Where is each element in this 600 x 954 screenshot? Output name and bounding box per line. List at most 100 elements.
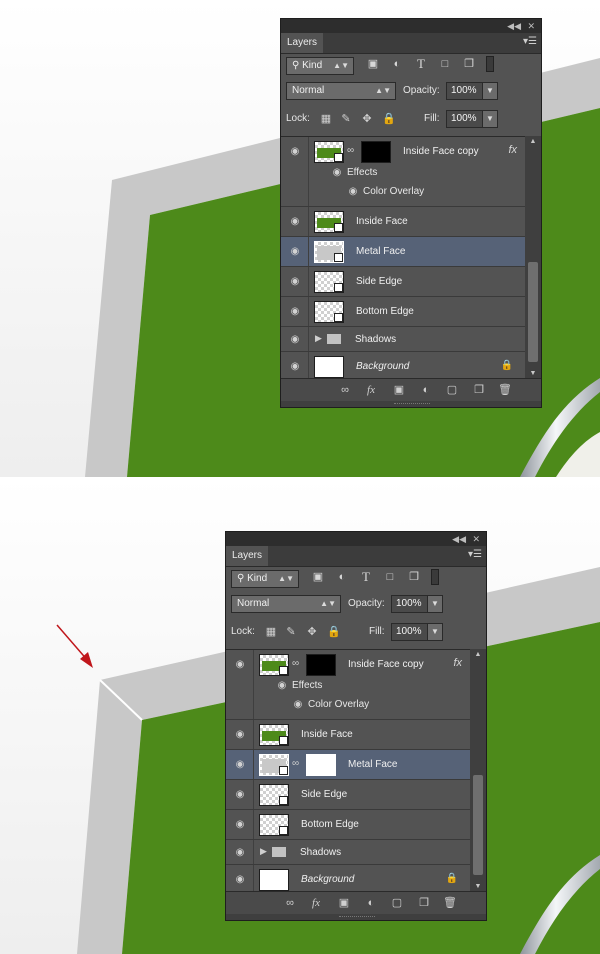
layers-scrollbar[interactable]: ▲ ▼ — [470, 649, 486, 893]
effects-row[interactable]: ◉ Effects — [331, 167, 378, 178]
layer-name[interactable]: Shadows — [300, 847, 341, 859]
panel-menu-icon[interactable]: ▾☰ — [468, 549, 482, 560]
collapse-icon[interactable]: ◀◀ — [507, 20, 521, 32]
new-group-icon[interactable]: ▢ — [445, 383, 459, 397]
layer-name[interactable]: Bottom Edge — [301, 819, 359, 831]
eye-icon[interactable]: ◉ — [292, 700, 304, 710]
effects-row[interactable]: ◉ Effects — [276, 680, 323, 691]
opacity-field[interactable]: 100% — [391, 595, 428, 613]
eye-icon[interactable]: ◉ — [234, 848, 246, 858]
layer-side-edge[interactable]: ◉ Side Edge — [226, 780, 472, 810]
new-group-icon[interactable]: ▢ — [390, 896, 404, 910]
new-layer-icon[interactable]: ❐ — [417, 896, 431, 910]
layer-metal-face[interactable]: ◉ ∞ Metal Face — [281, 237, 527, 267]
eye-icon[interactable]: ◉ — [289, 247, 301, 257]
smart-object-filter-icon[interactable]: ❐ — [462, 57, 476, 71]
lock-transparent-pixels-icon[interactable]: ▦ — [319, 112, 333, 126]
scroll-up-icon[interactable]: ▲ — [525, 136, 541, 148]
layer-name[interactable]: Shadows — [355, 334, 396, 346]
opacity-dropdown-button[interactable]: ▼ — [482, 82, 498, 100]
fill-field[interactable]: 100% — [391, 623, 428, 641]
layer-background[interactable]: ◉ Background 🔒 — [226, 865, 472, 894]
panel-resize-grip[interactable] — [226, 914, 486, 920]
add-style-icon[interactable]: fx — [309, 896, 323, 910]
panel-menu-icon[interactable]: ▾☰ — [523, 36, 537, 47]
adjustment-filter-icon[interactable]: ◐ — [390, 57, 404, 71]
layer-inside-face-copy[interactable]: ◉ ∞ Inside Face copy fx ◉ Effects ◉ Color … — [281, 137, 527, 207]
chain-link-icon[interactable]: ∞ — [347, 145, 354, 156]
layer-name[interactable]: Side Edge — [356, 276, 402, 288]
blend-mode-select[interactable]: Normal ▲▼ — [286, 82, 396, 100]
trash-icon[interactable]: 🗑 — [443, 896, 457, 910]
layer-name[interactable]: Inside Face — [356, 216, 408, 228]
add-mask-icon[interactable]: ▣ — [337, 896, 351, 910]
disclosure-triangle-icon[interactable]: ▶ — [260, 846, 267, 857]
layer-group-shadows[interactable]: ◉ ▶ Shadows — [226, 840, 472, 865]
color-overlay-row[interactable]: ◉ Color Overlay — [292, 699, 370, 710]
blend-mode-select[interactable]: Normal ▲▼ — [231, 595, 341, 613]
collapse-icon[interactable]: ◀◀ — [452, 533, 466, 545]
eye-icon[interactable]: ◉ — [289, 335, 301, 345]
panel-titlebar[interactable]: ◀◀ ✕ — [226, 532, 486, 546]
lock-image-pixels-icon[interactable]: ✎ — [284, 625, 298, 639]
link-layers-icon[interactable]: ∞ — [283, 896, 297, 910]
filter-toggle-switch[interactable] — [486, 56, 494, 72]
layer-mask-thumbnail[interactable] — [306, 654, 336, 676]
chain-link-icon[interactable]: ∞ — [292, 758, 299, 769]
close-icon[interactable]: ✕ — [472, 533, 480, 545]
layer-inside-face-copy[interactable]: ◉ ∞ Inside Face copy fx ◉ Effects ◉ Color … — [226, 650, 472, 720]
filter-toggle-switch[interactable] — [431, 569, 439, 585]
fill-field[interactable]: 100% — [446, 110, 483, 128]
layer-mask-thumbnail[interactable] — [306, 754, 336, 776]
pixel-filter-icon[interactable]: ▣ — [366, 57, 380, 71]
lock-position-icon[interactable]: ✥ — [360, 112, 374, 126]
filter-kind-select[interactable]: ⚲ Kind ▲▼ — [231, 570, 299, 588]
eye-icon[interactable]: ◉ — [289, 362, 301, 372]
scroll-up-icon[interactable]: ▲ — [470, 649, 486, 661]
layer-side-edge[interactable]: ◉ Side Edge — [281, 267, 527, 297]
chain-link-icon[interactable]: ∞ — [292, 658, 299, 669]
scrollbar-thumb[interactable] — [528, 262, 538, 362]
close-icon[interactable]: ✕ — [527, 20, 535, 32]
eye-icon[interactable]: ◉ — [289, 217, 301, 227]
fx-icon[interactable]: fx — [508, 144, 517, 156]
filter-kind-select[interactable]: ⚲ Kind ▲▼ — [286, 57, 354, 75]
panel-titlebar[interactable]: ◀◀ ✕ — [281, 19, 541, 33]
new-adjustment-icon[interactable]: ◐ — [364, 896, 378, 910]
opacity-field[interactable]: 100% — [446, 82, 483, 100]
adjustment-filter-icon[interactable]: ◐ — [335, 570, 349, 584]
layer-group-shadows[interactable]: ◉ ▶ Shadows — [281, 327, 527, 352]
panel-resize-grip[interactable] — [281, 401, 541, 407]
fill-dropdown-button[interactable]: ▼ — [482, 110, 498, 128]
layer-name[interactable]: Inside Face — [301, 729, 353, 741]
add-style-icon[interactable]: fx — [364, 383, 378, 397]
lock-all-icon[interactable]: 🔒 — [327, 625, 341, 639]
eye-icon[interactable]: ◉ — [234, 660, 246, 670]
layer-name[interactable]: Inside Face copy — [348, 659, 424, 671]
eye-icon[interactable]: ◉ — [289, 277, 301, 287]
tab-layers[interactable]: Layers — [281, 33, 323, 53]
type-filter-icon[interactable]: T — [414, 57, 428, 71]
smart-object-filter-icon[interactable]: ❐ — [407, 570, 421, 584]
lock-transparent-pixels-icon[interactable]: ▦ — [264, 625, 278, 639]
add-mask-icon[interactable]: ▣ — [392, 383, 406, 397]
fx-icon[interactable]: fx — [453, 657, 462, 669]
layer-inside-face[interactable]: ◉ Inside Face — [226, 720, 472, 750]
eye-icon[interactable]: ◉ — [234, 875, 246, 885]
lock-image-pixels-icon[interactable]: ✎ — [339, 112, 353, 126]
eye-icon[interactable]: ◉ — [234, 790, 246, 800]
layer-bottom-edge[interactable]: ◉ Bottom Edge — [226, 810, 472, 840]
layer-bottom-edge[interactable]: ◉ Bottom Edge — [281, 297, 527, 327]
fill-dropdown-button[interactable]: ▼ — [427, 623, 443, 641]
opacity-dropdown-button[interactable]: ▼ — [427, 595, 443, 613]
new-layer-icon[interactable]: ❐ — [472, 383, 486, 397]
disclosure-triangle-icon[interactable]: ▶ — [315, 333, 322, 344]
layer-name[interactable]: Side Edge — [301, 789, 347, 801]
shape-filter-icon[interactable]: □ — [383, 570, 397, 584]
layer-name[interactable]: Bottom Edge — [356, 306, 414, 318]
layer-metal-face[interactable]: ◉ ∞ Metal Face — [226, 750, 472, 780]
layer-name[interactable]: Background — [356, 361, 409, 373]
layer-name[interactable]: Metal Face — [348, 759, 397, 771]
scrollbar-thumb[interactable] — [473, 775, 483, 875]
eye-icon[interactable]: ◉ — [276, 681, 288, 691]
